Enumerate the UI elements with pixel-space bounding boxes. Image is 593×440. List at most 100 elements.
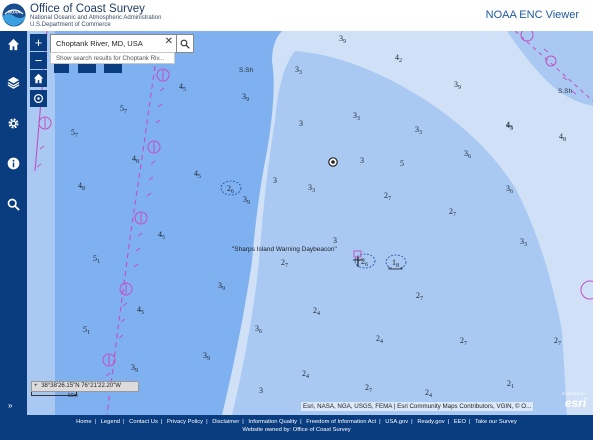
sounding: 33 [520, 237, 527, 248]
sounding: 18 [392, 258, 399, 269]
home-icon [33, 73, 44, 84]
agency-line-2: U.S.Department of Commerce [30, 21, 111, 28]
sounding: 42 [395, 53, 402, 64]
search-icon [7, 198, 20, 211]
map-view[interactable]: 39 42 33 39 45 45 39 57 3 33 33 45 48 57… [27, 31, 593, 415]
app-title: NOAA ENC Viewer [485, 9, 579, 21]
esri-logo[interactable]: esri [560, 395, 591, 411]
footer-link-eeo[interactable]: EEO [454, 419, 466, 425]
sounding: 45 [137, 305, 144, 316]
sounding: 27 [416, 291, 423, 302]
layers-icon [7, 76, 20, 89]
search-input[interactable] [56, 36, 156, 50]
zoom-in-button[interactable]: + [30, 34, 47, 51]
daybeacon-label: "Sharps Island Warning Daybeacon" [232, 246, 337, 253]
sounding: 36 [464, 149, 471, 160]
sounding: 33 [295, 65, 302, 76]
sounding: 21 [507, 379, 514, 390]
sounding: 39 [454, 80, 461, 91]
search-suggestion[interactable]: Show search results for Choptank Riv... [50, 52, 175, 64]
footer-link-disclaimer[interactable]: Disclaimer [212, 419, 239, 425]
sounding: 33 [308, 183, 315, 194]
footer-link-survey[interactable]: Take our Survey [475, 419, 517, 425]
footer-link-info-quality[interactable]: Information Quality [248, 419, 297, 425]
sounding: 39 [243, 195, 250, 206]
app-header: NOAA Office of Coast Survey National Oce… [0, 0, 593, 31]
crosshair-icon: + [34, 383, 38, 389]
map-canvas[interactable] [27, 31, 593, 415]
sounding: 24 [425, 388, 432, 399]
sounding: 51 [83, 325, 90, 336]
search-icon [180, 39, 190, 49]
footer-link-readygov[interactable]: Ready.gov [417, 419, 444, 425]
sounding: 27 [554, 336, 561, 347]
sounding: 3 [273, 176, 277, 185]
sounding: 48 [78, 181, 85, 192]
sounding: 3 [259, 386, 263, 395]
sounding: 24 [302, 369, 309, 380]
sounding: 48 [132, 154, 139, 165]
zoom-out-button[interactable]: − [30, 52, 47, 69]
coordinate-text: 38°38'26.15"N 76°21'22.20"W [41, 383, 121, 389]
footer-link-legend[interactable]: Legend [101, 419, 120, 425]
sounding: 3 [360, 156, 364, 165]
sidebar-info-button[interactable] [0, 150, 27, 176]
sounding: 39 [131, 363, 138, 374]
footer-owner: Website owned by: Office of Coast Survey [242, 427, 351, 433]
gear-icon [8, 117, 19, 129]
coordinate-readout: + 38°38'26.15"N 76°21'22.20"W [31, 381, 139, 392]
sidebar-home-button[interactable] [0, 31, 27, 57]
sounding: 45 [194, 169, 201, 180]
sounding: 48 [559, 132, 566, 143]
sounding: 33 [415, 125, 422, 136]
sounding: 24 [313, 306, 320, 317]
site-footer: Home | Legend | Contact Us | Privacy Policy… [0, 415, 593, 440]
clear-icon[interactable]: ✕ [165, 36, 173, 47]
sounding: 39 [242, 92, 249, 103]
footer-link-usagov[interactable]: USA.gov [385, 419, 408, 425]
shallow-shore-area [27, 31, 55, 415]
map-attribution[interactable]: Esri, NASA, NGA, USGS, FEMA | Esri Commu… [301, 402, 534, 411]
sidebar-settings-button[interactable] [0, 110, 27, 136]
footer-link-contact[interactable]: Contact Us [129, 419, 158, 425]
footer-link-privacy[interactable]: Privacy Policy [167, 419, 203, 425]
sidebar-expand-button[interactable]: » [8, 401, 12, 410]
sounding: 27 [460, 336, 467, 347]
sounding: 45 [506, 121, 513, 132]
locate-button[interactable] [30, 90, 47, 107]
agency-subtitle: National Oceanic and Atmospheric Adminis… [30, 15, 161, 29]
footer-link-home[interactable]: Home [76, 419, 91, 425]
sidebar-search-button[interactable] [0, 191, 27, 217]
seabed-label: S.Sh [239, 67, 254, 74]
sidebar: » [0, 31, 27, 415]
sounding: 39 [203, 351, 210, 362]
sounding: 51 [93, 254, 100, 265]
home-icon [7, 38, 20, 50]
info-icon [7, 157, 20, 169]
footer-links: Home | Legend | Contact Us | Privacy Policy… [76, 419, 517, 425]
sidebar-layers-button[interactable] [0, 69, 27, 95]
scale-label: 50m [68, 393, 78, 399]
map-home-button[interactable] [30, 70, 47, 87]
search-submit-button[interactable] [176, 34, 194, 53]
sounding: 57 [120, 104, 127, 115]
sounding: 27 [365, 383, 372, 394]
sounding: 39 [218, 281, 225, 292]
sounding: 36 [255, 324, 262, 335]
sounding: 3 [299, 119, 303, 128]
sounding: 26 [227, 184, 234, 195]
sounding: 27 [449, 207, 456, 218]
sounding: 45 [158, 230, 165, 241]
agency-line-1: National Oceanic and Atmospheric Adminis… [30, 14, 162, 21]
seabed-label: S.Sh [558, 88, 573, 95]
search-box[interactable]: ✕ [50, 34, 177, 53]
sounding: 27 [281, 258, 288, 269]
sounding: 26 [361, 257, 368, 268]
sounding: 5 [400, 159, 404, 168]
logo-text: NOAA [8, 10, 20, 15]
footer-link-foia[interactable]: Freedom of Information Act [306, 419, 376, 425]
sounding: 39 [339, 34, 346, 45]
sounding: 27 [384, 191, 391, 202]
sounding: 45 [179, 82, 186, 93]
noaa-logo-icon[interactable]: NOAA [2, 3, 26, 27]
